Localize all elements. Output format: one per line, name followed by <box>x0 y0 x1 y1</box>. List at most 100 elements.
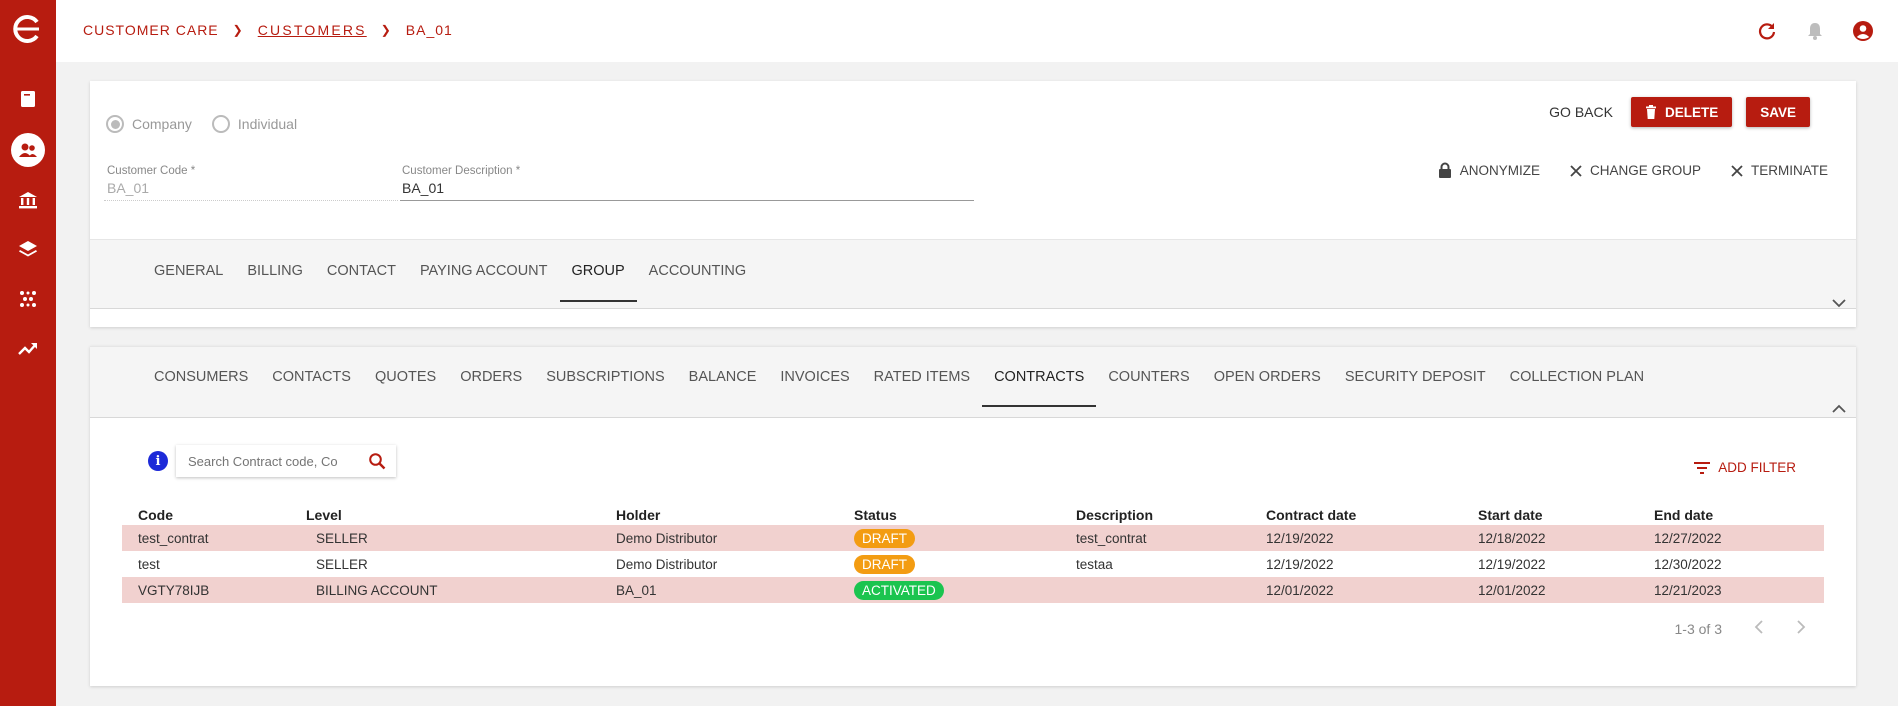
column-header-level[interactable]: Level <box>306 501 616 525</box>
change-group-button[interactable]: CHANGE GROUP <box>1570 163 1701 178</box>
cell-holder: BA_01 <box>616 577 854 603</box>
save-button[interactable]: SAVE <box>1746 97 1810 127</box>
tab-collection-plan[interactable]: COLLECTION PLAN <box>1498 347 1657 407</box>
tab-rated-items[interactable]: RATED ITEMS <box>862 347 982 407</box>
cell-end-date: 12/30/2022 <box>1654 556 1722 572</box>
related-data-card: CONSUMERS CONTACTS QUOTES ORDERS SUBSCRIPTIO… <box>90 346 1856 686</box>
column-header-holder[interactable]: Holder <box>616 501 854 525</box>
save-button-label: SAVE <box>1760 104 1796 120</box>
company-radio[interactable] <box>106 115 124 133</box>
cell-end-date: 12/27/2022 <box>1654 525 1824 551</box>
cell-start-date: 12/18/2022 <box>1478 525 1654 551</box>
chevron-right-icon[interactable] <box>1796 620 1806 637</box>
chevron-up-icon[interactable] <box>1830 399 1848 417</box>
cell-level: BILLING ACCOUNT <box>306 577 616 603</box>
customer-description-input[interactable]: BA_01 <box>400 180 974 201</box>
column-header-end-date[interactable]: End date <box>1654 501 1824 525</box>
logo-icon[interactable] <box>12 14 42 44</box>
cell-holder: Demo Distributor <box>616 525 854 551</box>
customer-code-label: Customer Code * <box>107 165 196 177</box>
delete-button[interactable]: DELETE <box>1630 97 1733 127</box>
status-badge: DRAFT <box>854 554 915 574</box>
anonymize-label: ANONYMIZE <box>1459 163 1540 178</box>
tab-quotes[interactable]: QUOTES <box>363 347 448 407</box>
tab-open-orders[interactable]: OPEN ORDERS <box>1202 347 1333 407</box>
tab-contracts[interactable]: CONTRACTS <box>982 347 1097 407</box>
users-icon[interactable] <box>8 130 48 170</box>
customer-type-radio-group: Company Individual <box>106 115 309 133</box>
cell-description <box>1076 577 1266 603</box>
info-icon[interactable]: i <box>148 451 168 471</box>
tab-orders[interactable]: ORDERS <box>448 347 534 407</box>
tab-invoices[interactable]: INVOICES <box>768 347 861 407</box>
tab-general[interactable]: GENERAL <box>142 240 235 302</box>
close-icon <box>1570 164 1582 177</box>
customer-description-field[interactable]: Customer Description * BA_01 <box>400 165 974 201</box>
chevron-left-icon[interactable] <box>1754 620 1764 637</box>
cell-status: DRAFT <box>854 525 1076 551</box>
tab-group[interactable]: GROUP <box>559 240 637 302</box>
terminate-label: TERMINATE <box>1751 163 1828 178</box>
cell-description: testaa <box>1076 556 1113 572</box>
customer-card: Company Individual Customer Code * BA_01… <box>90 81 1856 327</box>
customer-description-label: Customer Description * <box>402 165 521 177</box>
chevron-right-icon: ❯ <box>232 23 244 37</box>
search-field[interactable] <box>176 445 396 477</box>
trending-up-icon[interactable] <box>8 329 48 369</box>
chevron-right-icon: ❯ <box>380 23 392 37</box>
table-row[interactable]: VGTY78IJB BILLING ACCOUNT BA_01 ACTIVATED 12… <box>122 577 1824 603</box>
tab-contact[interactable]: CONTACT <box>315 240 408 302</box>
tab-security-deposit[interactable]: SECURITY DEPOSIT <box>1333 347 1498 407</box>
network-icon[interactable] <box>8 279 48 319</box>
tab-subscriptions[interactable]: SUBSCRIPTIONS <box>534 347 676 407</box>
column-header-code[interactable]: Code <box>122 501 306 525</box>
cell-code: VGTY78IJB <box>122 577 306 603</box>
cell-status: ACTIVATED <box>854 577 1076 603</box>
go-back-button[interactable]: GO BACK <box>1545 98 1617 126</box>
column-header-contract-date[interactable]: Contract date <box>1266 501 1478 525</box>
individual-radio[interactable] <box>211 115 230 133</box>
table-row[interactable]: test SELLER Demo Distributor DRAFT testaa 12/… <box>122 551 1824 577</box>
anonymize-button[interactable]: ANONYMIZE <box>1438 162 1540 179</box>
lock-icon <box>1438 162 1451 178</box>
terminate-button[interactable]: TERMINATE <box>1731 163 1828 178</box>
tab-balance[interactable]: BALANCE <box>677 347 769 407</box>
book-icon[interactable] <box>8 79 48 119</box>
delete-button-label: DELETE <box>1664 104 1719 120</box>
trash-icon <box>1645 105 1656 119</box>
contracts-table: Code Level Holder Status Description Con… <box>122 501 1824 603</box>
column-header-description[interactable]: Description <box>1076 501 1266 525</box>
sidebar <box>0 0 56 706</box>
tab-counters[interactable]: COUNTERS <box>1096 347 1201 407</box>
status-badge: DRAFT <box>854 528 915 548</box>
layers-icon[interactable] <box>8 229 48 269</box>
add-filter-button[interactable]: ADD FILTER <box>1694 460 1796 475</box>
search-input[interactable] <box>188 453 368 469</box>
cell-level: SELLER <box>306 525 616 551</box>
cell-contract-date: 12/19/2022 <box>1266 525 1478 551</box>
chevron-down-icon[interactable] <box>1830 294 1848 312</box>
tab-paying-account[interactable]: PAYING ACCOUNT <box>408 240 560 302</box>
table-row[interactable]: test_contrat SELLER Demo Distributor DRAFT t… <box>122 525 1824 551</box>
breadcrumb-customers-link[interactable]: CUSTOMERS <box>258 22 367 38</box>
search-icon[interactable] <box>368 452 386 470</box>
bank-icon[interactable] <box>8 180 48 220</box>
pagination-range: 1-3 of 3 <box>1674 620 1722 637</box>
cell-start-date: 12/01/2022 <box>1478 577 1654 603</box>
customer-code-field: Customer Code * BA_01 <box>104 165 398 201</box>
column-header-status[interactable]: Status <box>854 501 1076 525</box>
customer-code-value: BA_01 <box>104 180 398 201</box>
refresh-icon[interactable] <box>1754 18 1780 44</box>
column-header-start-date[interactable]: Start date <box>1478 501 1654 525</box>
filter-icon <box>1694 461 1711 474</box>
tab-accounting[interactable]: ACCOUNTING <box>637 240 758 302</box>
change-group-label: CHANGE GROUP <box>1589 163 1701 178</box>
tab-consumers[interactable]: CONSUMERS <box>142 347 260 407</box>
cell-end-date: 12/21/2023 <box>1654 577 1824 603</box>
breadcrumb-customer-care: CUSTOMER CARE <box>83 22 219 38</box>
tab-contacts[interactable]: CONTACTS <box>260 347 363 407</box>
tab-billing[interactable]: BILLING <box>235 240 315 302</box>
bell-icon[interactable] <box>1802 18 1828 44</box>
top-bar: CUSTOMER CARE ❯ CUSTOMERS ❯ BA_01 <box>56 0 1898 62</box>
account-circle-icon[interactable] <box>1850 18 1876 44</box>
